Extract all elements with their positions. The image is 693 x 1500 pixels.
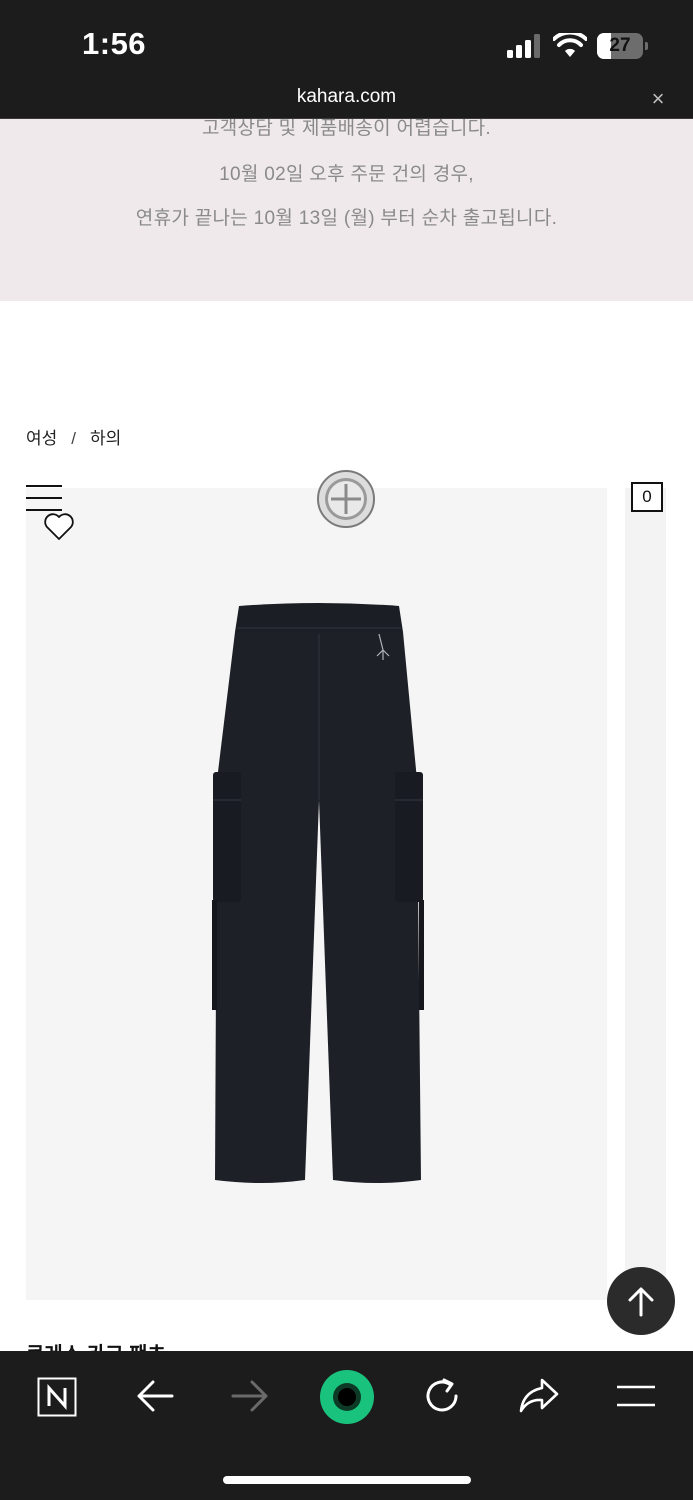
cart-count-badge[interactable]: 0 <box>631 482 663 512</box>
heart-icon[interactable] <box>43 512 75 542</box>
close-icon[interactable]: × <box>648 86 668 111</box>
wifi-icon <box>553 33 587 57</box>
battery-level: 27 <box>609 35 631 56</box>
battery-icon: 27 <box>597 33 649 59</box>
notice-line: 고객상담 및 제품배송이 어렵습니다. <box>201 119 492 139</box>
menu-icon[interactable] <box>615 1383 657 1409</box>
status-time: 1:56 <box>82 26 147 61</box>
forward-arrow-icon[interactable] <box>231 1379 269 1413</box>
breadcrumb: 여성 / 하의 <box>26 424 121 449</box>
green-assistant-icon[interactable] <box>319 1369 375 1425</box>
cellular-signal-icon <box>507 34 540 58</box>
cargo-pants-photo <box>212 603 424 1183</box>
hamburger-menu-icon[interactable] <box>26 484 62 512</box>
back-arrow-icon[interactable] <box>136 1379 174 1413</box>
url-text[interactable]: kahara.com <box>0 86 693 108</box>
next-image-peek[interactable] <box>625 488 666 1300</box>
share-icon[interactable] <box>518 1377 560 1415</box>
breadcrumb-item-women[interactable]: 여성 <box>26 424 57 449</box>
notice-line: 연휴가 끝나는 10월 13일 (월) 부터 순차 출고됩니다. <box>135 208 558 229</box>
notice-line: 10월 02일 오후 주문 건의 경우, <box>219 164 474 185</box>
n-home-icon[interactable] <box>37 1377 77 1417</box>
breadcrumb-item-bottoms[interactable]: 하의 <box>90 424 121 449</box>
arrow-up-icon <box>628 1287 654 1317</box>
reload-icon[interactable] <box>422 1376 462 1416</box>
breadcrumb-separator: / <box>71 429 77 448</box>
brand-logo-badge[interactable] <box>317 470 375 528</box>
holiday-notice-banner: 고객상담 및 제품배송이 어렵습니다. 10월 02일 오후 주문 건의 경우,… <box>0 119 693 301</box>
home-indicator[interactable] <box>223 1476 471 1484</box>
scroll-to-top-button[interactable] <box>607 1267 675 1335</box>
